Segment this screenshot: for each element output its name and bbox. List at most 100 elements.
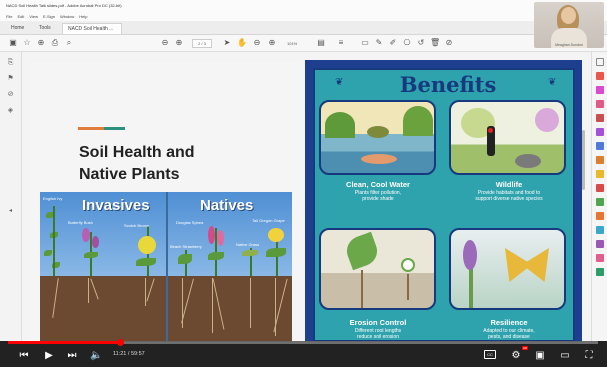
right-tools-rail bbox=[591, 52, 607, 342]
left-navigation-rail: ⎘ ⚑ ⊘ ◈ ◂ bbox=[0, 52, 22, 342]
invasives-heading: Invasives bbox=[82, 197, 150, 214]
menu-file[interactable]: File bbox=[6, 14, 12, 19]
page-fit-icon[interactable]: ▤ bbox=[316, 38, 326, 48]
label-native-grass: Native Grass bbox=[236, 242, 260, 247]
captions-button[interactable]: CC bbox=[484, 350, 496, 359]
print-icon[interactable]: ⎙ bbox=[50, 38, 60, 48]
send-review-icon[interactable] bbox=[596, 170, 604, 178]
fern-left bbox=[325, 112, 355, 138]
menu-view[interactable]: View bbox=[29, 14, 38, 19]
bookmark-star-icon[interactable]: ☆ bbox=[22, 38, 32, 48]
theater-mode-icon[interactable]: ▭ bbox=[558, 350, 572, 362]
menu-bar: File Edit View E-Sign Window Help bbox=[0, 12, 607, 21]
slide-title-line1: Soil Health and bbox=[79, 144, 195, 161]
invasives-natives-illustration: English Ivy Invasives Butterfly Bush Sco… bbox=[40, 192, 292, 342]
organize-pages-icon[interactable] bbox=[596, 142, 604, 150]
time-display: 11:21 / 59:57 bbox=[113, 351, 145, 357]
slide-title-line2: Native Plants bbox=[79, 166, 180, 183]
settings-gear-icon[interactable]: ⚙ bbox=[510, 350, 522, 362]
scroll-mode-icon[interactable]: ≡ bbox=[336, 38, 346, 48]
create-pdf-icon[interactable] bbox=[596, 86, 604, 94]
root bbox=[88, 278, 89, 303]
tab-home[interactable]: Home bbox=[6, 23, 29, 34]
video-frame: NACD Soil Health Talk slides.pdf - Adobe… bbox=[0, 0, 607, 367]
previous-icon[interactable]: ⏮ bbox=[18, 350, 30, 362]
root bbox=[250, 278, 251, 328]
protect-icon[interactable] bbox=[596, 184, 604, 192]
export-pdf-icon[interactable] bbox=[596, 72, 604, 80]
webcam-caption: Meaghan Dundon bbox=[555, 43, 583, 47]
redact-icon[interactable] bbox=[596, 240, 604, 248]
request-esign-icon[interactable] bbox=[596, 212, 604, 220]
comment-icon[interactable]: ▭ bbox=[360, 38, 370, 48]
draw-icon[interactable]: ✐ bbox=[388, 38, 398, 48]
upload-icon[interactable]: ⊕ bbox=[36, 38, 46, 48]
attach-icon[interactable]: ⊘ bbox=[444, 38, 454, 48]
small-flower bbox=[401, 258, 415, 272]
search-icon[interactable]: ⌕ bbox=[64, 38, 74, 48]
erosion-control-panel bbox=[319, 228, 436, 310]
more-tools-icon[interactable] bbox=[596, 268, 604, 276]
progress-scrubber[interactable] bbox=[116, 339, 124, 346]
ivy-leaf bbox=[44, 250, 52, 256]
menu-esign[interactable]: E-Sign bbox=[43, 14, 55, 19]
prepare-form-icon[interactable] bbox=[596, 198, 604, 206]
zoom-in-icon[interactable]: ⊕ bbox=[267, 38, 277, 48]
combine-files-icon[interactable] bbox=[596, 128, 604, 136]
next-icon[interactable]: ⏭ bbox=[66, 350, 78, 362]
clean-water-panel bbox=[319, 100, 436, 175]
edit-pdf-icon[interactable] bbox=[596, 100, 604, 108]
root bbox=[212, 278, 213, 333]
stamp-icon[interactable]: ⎔ bbox=[402, 38, 412, 48]
highlight-icon[interactable]: ✎ bbox=[374, 38, 384, 48]
layers-icon[interactable]: ◈ bbox=[6, 106, 15, 115]
grass-blade bbox=[242, 250, 258, 256]
attachments-icon[interactable]: ⊘ bbox=[6, 90, 15, 99]
menu-help[interactable]: Help bbox=[79, 14, 87, 19]
slide-title: Soil Health and Native Plants bbox=[79, 142, 259, 186]
toolbar: ▣ ☆ ⊕ ⎙ ⌕ ⊖ ⊕ 2 / 3 ➤ ✋ ⊖ ⊕ 101% ▤ ≡ ▭ ✎… bbox=[0, 35, 607, 52]
fullscreen-icon[interactable]: ⛶ bbox=[583, 350, 595, 362]
zoom-level[interactable]: 101% bbox=[287, 39, 305, 48]
next-page-icon[interactable]: ⊕ bbox=[174, 38, 184, 48]
prev-page-icon[interactable]: ⊖ bbox=[160, 38, 170, 48]
scotch-broom-flowers bbox=[138, 236, 156, 254]
bookmarks-icon[interactable]: ⚑ bbox=[6, 74, 15, 83]
desc-line: reduce soil erosion bbox=[357, 334, 399, 340]
select-arrow-icon[interactable]: ➤ bbox=[222, 38, 232, 48]
tab-document[interactable]: NACD Soil Health ... × bbox=[62, 23, 122, 43]
zoom-out-icon[interactable]: ⊖ bbox=[252, 38, 262, 48]
plant-leaves bbox=[342, 231, 382, 271]
trash-icon[interactable]: 🗑 bbox=[430, 38, 440, 48]
volume-icon[interactable]: 🔈 bbox=[90, 350, 102, 362]
tab-tools[interactable]: Tools bbox=[34, 23, 56, 34]
presenter-webcam: Meaghan Dundon bbox=[534, 2, 604, 48]
undo-icon[interactable]: ↺ bbox=[416, 38, 426, 48]
play-icon[interactable]: ▶ bbox=[43, 350, 55, 362]
save-icon[interactable]: ▣ bbox=[8, 38, 18, 48]
miniplayer-icon[interactable]: ▣ bbox=[534, 350, 546, 362]
search-tool-icon[interactable] bbox=[596, 58, 604, 66]
collapse-left-icon[interactable]: ◂ bbox=[6, 207, 15, 216]
menu-window[interactable]: Window bbox=[60, 14, 74, 19]
comment-tool-icon[interactable] bbox=[596, 114, 604, 122]
desc-line: pests, and disease bbox=[488, 334, 530, 340]
measure-icon[interactable] bbox=[596, 254, 604, 262]
panel-title-erosion: Erosion Control bbox=[349, 318, 407, 327]
page-thumbnails-icon[interactable]: ⎘ bbox=[6, 58, 15, 67]
oregon-grape-flowers bbox=[268, 228, 284, 242]
spirea-leaf bbox=[208, 252, 224, 260]
page-number-field[interactable]: 2 / 3 bbox=[192, 39, 212, 48]
oregon-grape-leaf bbox=[266, 248, 286, 257]
panel-title-resilience: Resilience bbox=[490, 318, 528, 327]
menu-edit[interactable]: Edit bbox=[17, 14, 24, 19]
root bbox=[145, 278, 146, 306]
label-english-ivy: English Ivy bbox=[43, 196, 63, 201]
hand-tool-icon[interactable]: ✋ bbox=[237, 38, 247, 48]
panel-desc-erosion: Different root lengths reduce soil erosi… bbox=[318, 328, 438, 340]
ivy-stem bbox=[53, 206, 55, 276]
scrollbar[interactable] bbox=[582, 130, 585, 190]
optimize-icon[interactable] bbox=[596, 226, 604, 234]
fill-sign-icon[interactable] bbox=[596, 156, 604, 164]
spirea-flower bbox=[208, 226, 215, 244]
